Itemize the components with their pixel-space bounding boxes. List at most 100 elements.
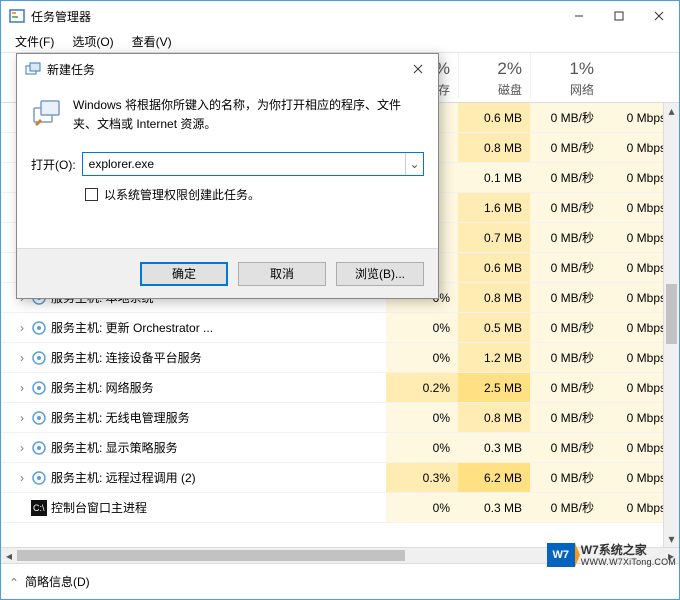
- minimize-button[interactable]: [559, 2, 599, 30]
- gear-icon: [31, 410, 47, 426]
- col-disk[interactable]: 2% 磁盘: [458, 53, 530, 98]
- disk-pct: 2%: [497, 59, 522, 79]
- gear-icon: [31, 320, 47, 336]
- scroll-thumb-h[interactable]: [17, 550, 405, 561]
- table-row[interactable]: ›服务主机: 显示策略服务0%0.3 MB0 MB/秒0 Mbps: [1, 433, 679, 463]
- memory-cell: 6.2 MB: [458, 463, 530, 492]
- scroll-left-icon[interactable]: ◂: [1, 548, 17, 563]
- cpu-cell: 0.2%: [386, 373, 458, 402]
- process-name: 服务主机: 网络服务: [51, 379, 154, 396]
- gear-icon: [31, 380, 47, 396]
- col-network[interactable]: 1% 网络: [530, 53, 602, 98]
- memory-cell: 0.8 MB: [458, 283, 530, 312]
- browse-button[interactable]: 浏览(B)...: [336, 262, 424, 286]
- scroll-thumb[interactable]: [666, 284, 677, 344]
- process-name: 服务主机: 更新 Orchestrator ...: [51, 319, 213, 336]
- expand-icon[interactable]: ›: [17, 353, 27, 363]
- cpu-cell: 0%: [386, 403, 458, 432]
- expand-icon[interactable]: ›: [17, 323, 27, 333]
- disk-cell: 0 MB/秒: [530, 103, 602, 132]
- dialog-description: Windows 将根据你所键入的名称，为你打开相应的程序、文件夹、文档或 Int…: [73, 96, 424, 134]
- fewer-details-link[interactable]: 简略信息(D): [25, 573, 90, 590]
- table-row[interactable]: ›服务主机: 连接设备平台服务0%1.2 MB0 MB/秒0 Mbps: [1, 343, 679, 373]
- disk-cell: 0 MB/秒: [530, 343, 602, 372]
- statusbar: ⌄ 简略信息(D): [1, 563, 679, 599]
- window-title: 任务管理器: [31, 8, 559, 25]
- memory-cell: 0.6 MB: [458, 253, 530, 282]
- process-name: 服务主机: 远程过程调用 (2): [51, 469, 196, 486]
- cpu-cell: 0%: [386, 493, 458, 522]
- new-task-dialog: 新建任务 Windows 将根据你所键入的名称，为你打开相应的程序、文件夹、文档…: [16, 53, 439, 299]
- disk-cell: 0 MB/秒: [530, 463, 602, 492]
- close-button[interactable]: [639, 2, 679, 30]
- admin-checkbox-label[interactable]: 以系统管理权限创建此任务。: [104, 186, 260, 203]
- dialog-close-button[interactable]: [398, 55, 438, 83]
- disk-label: 磁盘: [498, 81, 522, 98]
- cancel-button[interactable]: 取消: [238, 262, 326, 286]
- cpu-cell: 0%: [386, 433, 458, 462]
- chevron-up-icon[interactable]: ⌄: [9, 577, 19, 587]
- memory-cell: 0.8 MB: [458, 133, 530, 162]
- expand-icon[interactable]: ›: [17, 383, 27, 393]
- memory-cell: 1.6 MB: [458, 193, 530, 222]
- table-row[interactable]: ›服务主机: 更新 Orchestrator ...0%0.5 MB0 MB/秒…: [1, 313, 679, 343]
- admin-checkbox[interactable]: [85, 188, 98, 201]
- memory-cell: 0.3 MB: [458, 433, 530, 462]
- table-row[interactable]: ›服务主机: 远程过程调用 (2)0.3%6.2 MB0 MB/秒0 Mbps: [1, 463, 679, 493]
- dialog-body: Windows 将根据你所键入的名称，为你打开相应的程序、文件夹、文档或 Int…: [17, 84, 438, 248]
- open-label: 打开(O):: [31, 156, 76, 173]
- table-row[interactable]: ›服务主机: 网络服务0.2%2.5 MB0 MB/秒0 Mbps: [1, 373, 679, 403]
- disk-cell: 0 MB/秒: [530, 433, 602, 462]
- disk-cell: 0 MB/秒: [530, 193, 602, 222]
- table-row[interactable]: C:\控制台窗口主进程0%0.3 MB0 MB/秒0 Mbps: [1, 493, 679, 523]
- table-row[interactable]: ›服务主机: 无线电管理服务0%0.8 MB0 MB/秒0 Mbps: [1, 403, 679, 433]
- cpu-cell: 0%: [386, 343, 458, 372]
- process-name: 控制台窗口主进程: [51, 499, 147, 516]
- open-input[interactable]: [83, 153, 405, 175]
- disk-cell: 0 MB/秒: [530, 133, 602, 162]
- task-manager-icon: [9, 8, 25, 24]
- network-label: 网络: [570, 81, 594, 98]
- gear-icon: [31, 470, 47, 486]
- svg-text:C:\: C:\: [33, 503, 45, 513]
- watermark-text: W7系统之家: [581, 543, 676, 557]
- menu-file[interactable]: 文件(F): [7, 31, 62, 52]
- ok-button[interactable]: 确定: [140, 262, 228, 286]
- run-small-icon: [25, 61, 41, 77]
- vertical-scrollbar[interactable]: ▴ ▾: [663, 103, 679, 547]
- expand-icon[interactable]: ›: [17, 443, 27, 453]
- disk-cell: 0 MB/秒: [530, 493, 602, 522]
- scroll-track[interactable]: [664, 119, 679, 531]
- watermark: W7 W7系统之家 WWW.W7XiTong.COM: [547, 543, 676, 568]
- menu-options[interactable]: 选项(O): [64, 31, 121, 52]
- expand-icon[interactable]: ›: [17, 473, 27, 483]
- menu-view[interactable]: 查看(V): [124, 31, 180, 52]
- maximize-button[interactable]: [599, 2, 639, 30]
- menubar: 文件(F) 选项(O) 查看(V): [1, 31, 679, 53]
- memory-cell: 0.6 MB: [458, 103, 530, 132]
- memory-cell: 0.1 MB: [458, 163, 530, 192]
- dialog-title: 新建任务: [47, 61, 398, 78]
- process-name: 服务主机: 连接设备平台服务: [51, 349, 202, 366]
- gear-icon: [31, 440, 47, 456]
- dialog-footer: 确定 取消 浏览(B)...: [17, 248, 438, 298]
- expand-icon[interactable]: [17, 503, 27, 513]
- disk-cell: 0 MB/秒: [530, 163, 602, 192]
- gear-icon: [31, 350, 47, 366]
- scroll-up-icon[interactable]: ▴: [664, 103, 679, 119]
- watermark-logo: W7: [547, 543, 575, 567]
- expand-icon[interactable]: ›: [17, 413, 27, 423]
- run-icon: [31, 96, 63, 128]
- dialog-titlebar: 新建任务: [17, 54, 438, 84]
- memory-cell: 1.2 MB: [458, 343, 530, 372]
- cpu-cell: 0.3%: [386, 463, 458, 492]
- open-combobox[interactable]: ⌄: [82, 152, 424, 176]
- memory-cell: 0.8 MB: [458, 403, 530, 432]
- disk-cell: 0 MB/秒: [530, 313, 602, 342]
- chevron-down-icon[interactable]: ⌄: [405, 153, 423, 175]
- cmd-icon: C:\: [31, 500, 47, 516]
- process-name: 服务主机: 显示策略服务: [51, 439, 178, 456]
- memory-cell: 0.3 MB: [458, 493, 530, 522]
- disk-cell: 0 MB/秒: [530, 223, 602, 252]
- process-name: 服务主机: 无线电管理服务: [51, 409, 190, 426]
